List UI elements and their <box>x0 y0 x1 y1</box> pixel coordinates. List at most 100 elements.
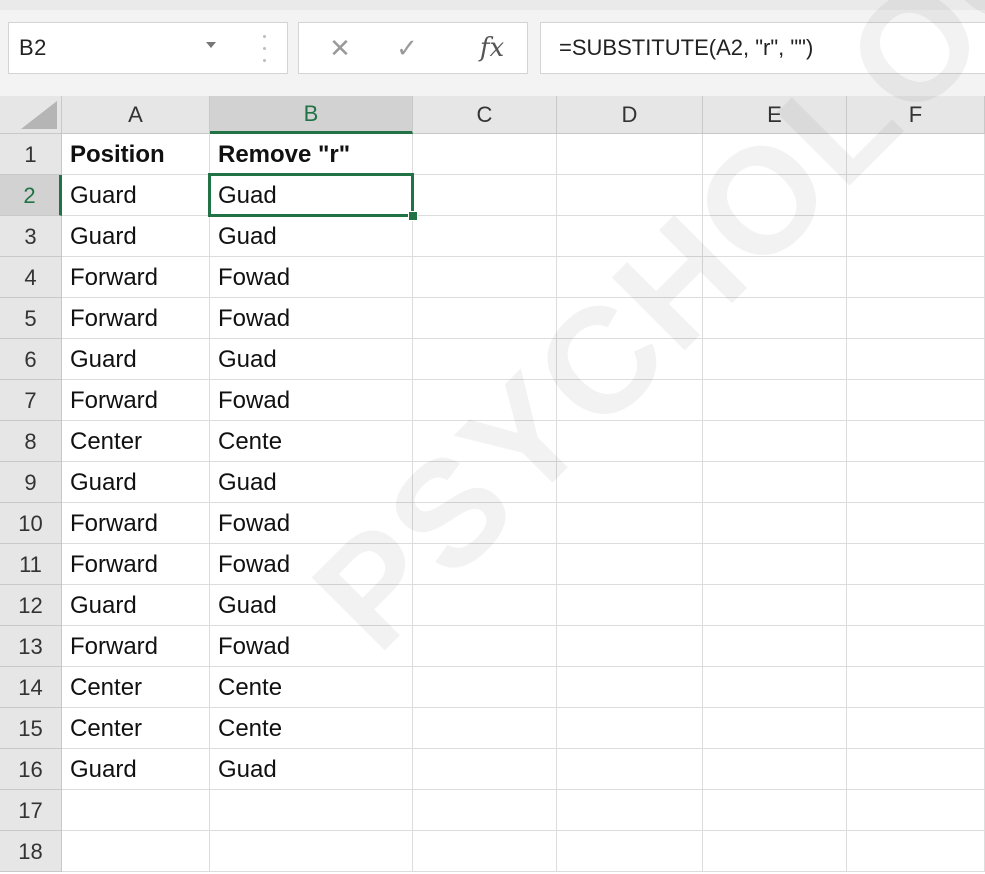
cell-c14[interactable] <box>413 667 557 708</box>
cell-a13[interactable]: Forward <box>62 626 210 667</box>
cell-a16[interactable]: Guard <box>62 749 210 790</box>
column-header-f[interactable]: F <box>847 96 985 134</box>
cell-e13[interactable] <box>703 626 847 667</box>
cell-c6[interactable] <box>413 339 557 380</box>
cell-f9[interactable] <box>847 462 985 503</box>
cell-d15[interactable] <box>557 708 703 749</box>
cell-f11[interactable] <box>847 544 985 585</box>
cell-a2[interactable]: Guard <box>62 175 210 216</box>
row-header-17[interactable]: 17 <box>0 790 62 831</box>
row-header-4[interactable]: 4 <box>0 257 62 298</box>
cell-b14[interactable]: Cente <box>210 667 413 708</box>
column-header-a[interactable]: A <box>62 96 210 134</box>
row-header-11[interactable]: 11 <box>0 544 62 585</box>
row-header-13[interactable]: 13 <box>0 626 62 667</box>
check-icon[interactable]: ✓ <box>383 22 431 74</box>
cell-e10[interactable] <box>703 503 847 544</box>
fill-handle[interactable] <box>408 211 418 221</box>
cell-c4[interactable] <box>413 257 557 298</box>
chevron-down-icon[interactable] <box>206 42 216 48</box>
cell-c17[interactable] <box>413 790 557 831</box>
cell-c1[interactable] <box>413 134 557 175</box>
row-header-16[interactable]: 16 <box>0 749 62 790</box>
cell-b11[interactable]: Fowad <box>210 544 413 585</box>
column-header-e[interactable]: E <box>703 96 847 134</box>
row-header-15[interactable]: 15 <box>0 708 62 749</box>
cell-e5[interactable] <box>703 298 847 339</box>
cell-f10[interactable] <box>847 503 985 544</box>
cell-e9[interactable] <box>703 462 847 503</box>
cell-d8[interactable] <box>557 421 703 462</box>
cell-e7[interactable] <box>703 380 847 421</box>
column-header-c[interactable]: C <box>413 96 557 134</box>
cell-f14[interactable] <box>847 667 985 708</box>
formula-input[interactable]: =SUBSTITUTE(A2, "r", "") <box>540 22 985 74</box>
cell-e3[interactable] <box>703 216 847 257</box>
cell-d9[interactable] <box>557 462 703 503</box>
cell-f12[interactable] <box>847 585 985 626</box>
cell-f18[interactable] <box>847 831 985 872</box>
cell-d7[interactable] <box>557 380 703 421</box>
cell-b18[interactable] <box>210 831 413 872</box>
cell-d6[interactable] <box>557 339 703 380</box>
row-header-2[interactable]: 2 <box>0 175 62 216</box>
cell-a10[interactable]: Forward <box>62 503 210 544</box>
cell-b16[interactable]: Guad <box>210 749 413 790</box>
cell-b5[interactable]: Fowad <box>210 298 413 339</box>
cell-e1[interactable] <box>703 134 847 175</box>
cell-b6[interactable]: Guad <box>210 339 413 380</box>
row-header-14[interactable]: 14 <box>0 667 62 708</box>
row-header-6[interactable]: 6 <box>0 339 62 380</box>
cell-f1[interactable] <box>847 134 985 175</box>
cell-d4[interactable] <box>557 257 703 298</box>
row-header-1[interactable]: 1 <box>0 134 62 175</box>
cell-e12[interactable] <box>703 585 847 626</box>
cell-c10[interactable] <box>413 503 557 544</box>
cell-a17[interactable] <box>62 790 210 831</box>
name-box[interactable]: B2 <box>8 22 288 74</box>
cell-a8[interactable]: Center <box>62 421 210 462</box>
cell-c2[interactable] <box>413 175 557 216</box>
cell-b13[interactable]: Fowad <box>210 626 413 667</box>
cell-a4[interactable]: Forward <box>62 257 210 298</box>
cell-d14[interactable] <box>557 667 703 708</box>
cell-e15[interactable] <box>703 708 847 749</box>
cell-c11[interactable] <box>413 544 557 585</box>
cell-d11[interactable] <box>557 544 703 585</box>
row-header-8[interactable]: 8 <box>0 421 62 462</box>
cell-a6[interactable]: Guard <box>62 339 210 380</box>
cell-b3[interactable]: Guad <box>210 216 413 257</box>
drag-handle-icon[interactable] <box>262 30 266 66</box>
cell-f17[interactable] <box>847 790 985 831</box>
cell-b9[interactable]: Guad <box>210 462 413 503</box>
insert-function-button[interactable]: fx <box>462 22 522 74</box>
row-header-12[interactable]: 12 <box>0 585 62 626</box>
cell-a3[interactable]: Guard <box>62 216 210 257</box>
cell-d13[interactable] <box>557 626 703 667</box>
cell-d5[interactable] <box>557 298 703 339</box>
cell-f4[interactable] <box>847 257 985 298</box>
close-icon[interactable]: ✕ <box>316 22 364 74</box>
cell-b10[interactable]: Fowad <box>210 503 413 544</box>
column-header-b[interactable]: B <box>210 96 413 134</box>
cell-c13[interactable] <box>413 626 557 667</box>
cell-f5[interactable] <box>847 298 985 339</box>
cell-c16[interactable] <box>413 749 557 790</box>
column-header-d[interactable]: D <box>557 96 703 134</box>
cell-e11[interactable] <box>703 544 847 585</box>
cell-b12[interactable]: Guad <box>210 585 413 626</box>
cell-c8[interactable] <box>413 421 557 462</box>
cell-a7[interactable]: Forward <box>62 380 210 421</box>
cell-e17[interactable] <box>703 790 847 831</box>
row-header-18[interactable]: 18 <box>0 831 62 872</box>
cell-a5[interactable]: Forward <box>62 298 210 339</box>
cell-b17[interactable] <box>210 790 413 831</box>
cell-e18[interactable] <box>703 831 847 872</box>
cell-d3[interactable] <box>557 216 703 257</box>
cell-a9[interactable]: Guard <box>62 462 210 503</box>
cell-c12[interactable] <box>413 585 557 626</box>
cell-e14[interactable] <box>703 667 847 708</box>
cell-e6[interactable] <box>703 339 847 380</box>
cell-f2[interactable] <box>847 175 985 216</box>
row-header-10[interactable]: 10 <box>0 503 62 544</box>
